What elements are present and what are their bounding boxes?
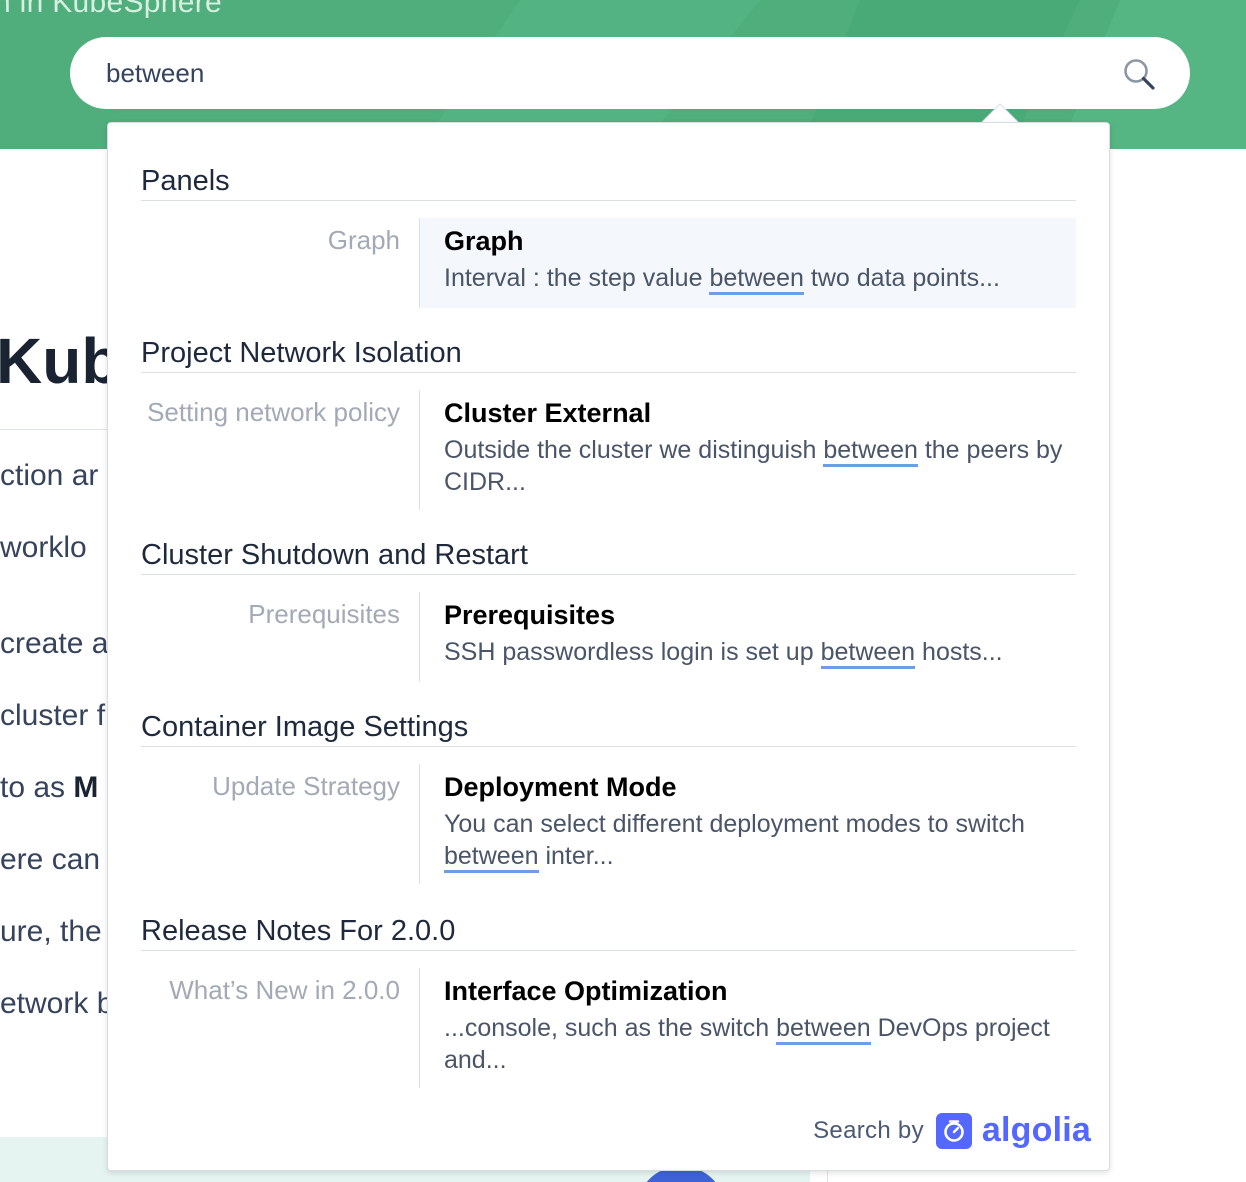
article-line: cluster f — [0, 699, 106, 732]
result-content: Prerequisites SSH passwordless login is … — [419, 592, 1076, 682]
result-section: Cluster Shutdown and Restart Prerequisit… — [141, 523, 1076, 682]
article-divider — [0, 429, 120, 430]
result-content: Deployment Mode You can select different… — [419, 764, 1076, 884]
section-title: Release Notes For 2.0.0 — [141, 899, 1076, 951]
result-title: Deployment Mode — [444, 772, 677, 802]
result-content: Cluster External Outside the cluster we … — [419, 390, 1076, 510]
article-line: ction ar — [0, 459, 99, 492]
article-line: ure, the — [0, 915, 102, 948]
result-snippet: SSH passwordless login is set up between… — [444, 636, 1076, 669]
article-bold-fragment: M — [73, 771, 99, 804]
snippet-text: You can select different deployment mode… — [444, 810, 1025, 838]
result-section: Panels Graph Graph Interval : the step v… — [141, 149, 1076, 308]
article-line-text: to as — [0, 771, 74, 804]
article-heading-fragment: Kub — [0, 325, 121, 397]
snippet-text: ...console, such as the switch — [444, 1014, 777, 1042]
result-content: Graph Interval : the step value between … — [419, 218, 1076, 308]
algolia-wordmark: algolia — [981, 1111, 1091, 1149]
article-line: worklo — [0, 531, 87, 564]
page-title-fragment: n in KubeSphere — [0, 0, 223, 19]
article-line: to as M — [0, 771, 98, 805]
result-item[interactable]: What’s New in 2.0.0 Interface Optimizati… — [141, 968, 1076, 1088]
result-title: Prerequisites — [444, 600, 616, 630]
article-line: ere can — [0, 843, 101, 876]
section-title: Project Network Isolation — [141, 321, 1076, 373]
article-line: create a — [0, 627, 109, 660]
snippet-text: two data points... — [803, 264, 1000, 292]
result-item[interactable]: Update Strategy Deployment Mode You can … — [141, 764, 1076, 884]
snippet-text: hosts... — [915, 638, 1003, 666]
section-title: Container Image Settings — [141, 695, 1076, 747]
snippet-highlight: between — [823, 436, 918, 467]
result-snippet: ...console, such as the switch between D… — [444, 1012, 1076, 1076]
result-section: Release Notes For 2.0.0 What’s New in 2.… — [141, 899, 1076, 1088]
dropdown-pointer — [981, 103, 1019, 123]
result-item[interactable]: Setting network policy Cluster External … — [141, 390, 1076, 510]
result-item[interactable]: Graph Graph Interval : the step value be… — [141, 218, 1076, 308]
search-by-label: Search by — [813, 1116, 924, 1144]
result-snippet: Interval : the step value between two da… — [444, 262, 1076, 295]
search-by-algolia[interactable]: Search by algolia — [813, 1111, 1091, 1150]
section-title: Panels — [141, 149, 1076, 201]
result-subcategory: Setting network policy — [147, 397, 400, 427]
result-subcategory: Update Strategy — [212, 771, 400, 801]
search-icon[interactable] — [1122, 57, 1156, 91]
result-content: Interface Optimization ...console, such … — [419, 968, 1076, 1088]
search-input[interactable] — [106, 53, 1106, 93]
search-bar — [70, 37, 1190, 109]
snippet-highlight: between — [776, 1014, 871, 1045]
result-snippet: Outside the cluster we distinguish betwe… — [444, 434, 1076, 498]
snippet-text: Interval : the step value — [444, 264, 710, 292]
result-item[interactable]: Prerequisites Prerequisites SSH password… — [141, 592, 1076, 682]
stopwatch-icon — [944, 1119, 964, 1142]
algolia-logo-icon — [935, 1112, 972, 1149]
result-section: Container Image Settings Update Strategy… — [141, 695, 1076, 884]
article-line: etwork b — [0, 987, 114, 1020]
section-title: Cluster Shutdown and Restart — [141, 523, 1076, 575]
snippet-text: inter... — [538, 842, 614, 870]
snippet-text: Outside the cluster we distinguish — [444, 436, 824, 464]
snippet-highlight: between — [709, 264, 804, 295]
result-title: Graph — [444, 226, 524, 256]
result-subcategory: Prerequisites — [248, 599, 400, 629]
result-subcategory: What’s New in 2.0.0 — [169, 975, 400, 1005]
snippet-highlight: between — [444, 842, 539, 873]
result-title: Interface Optimization — [444, 976, 728, 1006]
snippet-text: SSH passwordless login is set up — [444, 638, 821, 666]
result-section: Project Network Isolation Setting networ… — [141, 321, 1076, 510]
result-title: Cluster External — [444, 398, 652, 428]
snippet-highlight: between — [820, 638, 916, 669]
result-subcategory: Graph — [327, 225, 400, 255]
result-snippet: You can select different deployment mode… — [444, 808, 1076, 873]
search-results-dropdown: Panels Graph Graph Interval : the step v… — [107, 122, 1110, 1171]
